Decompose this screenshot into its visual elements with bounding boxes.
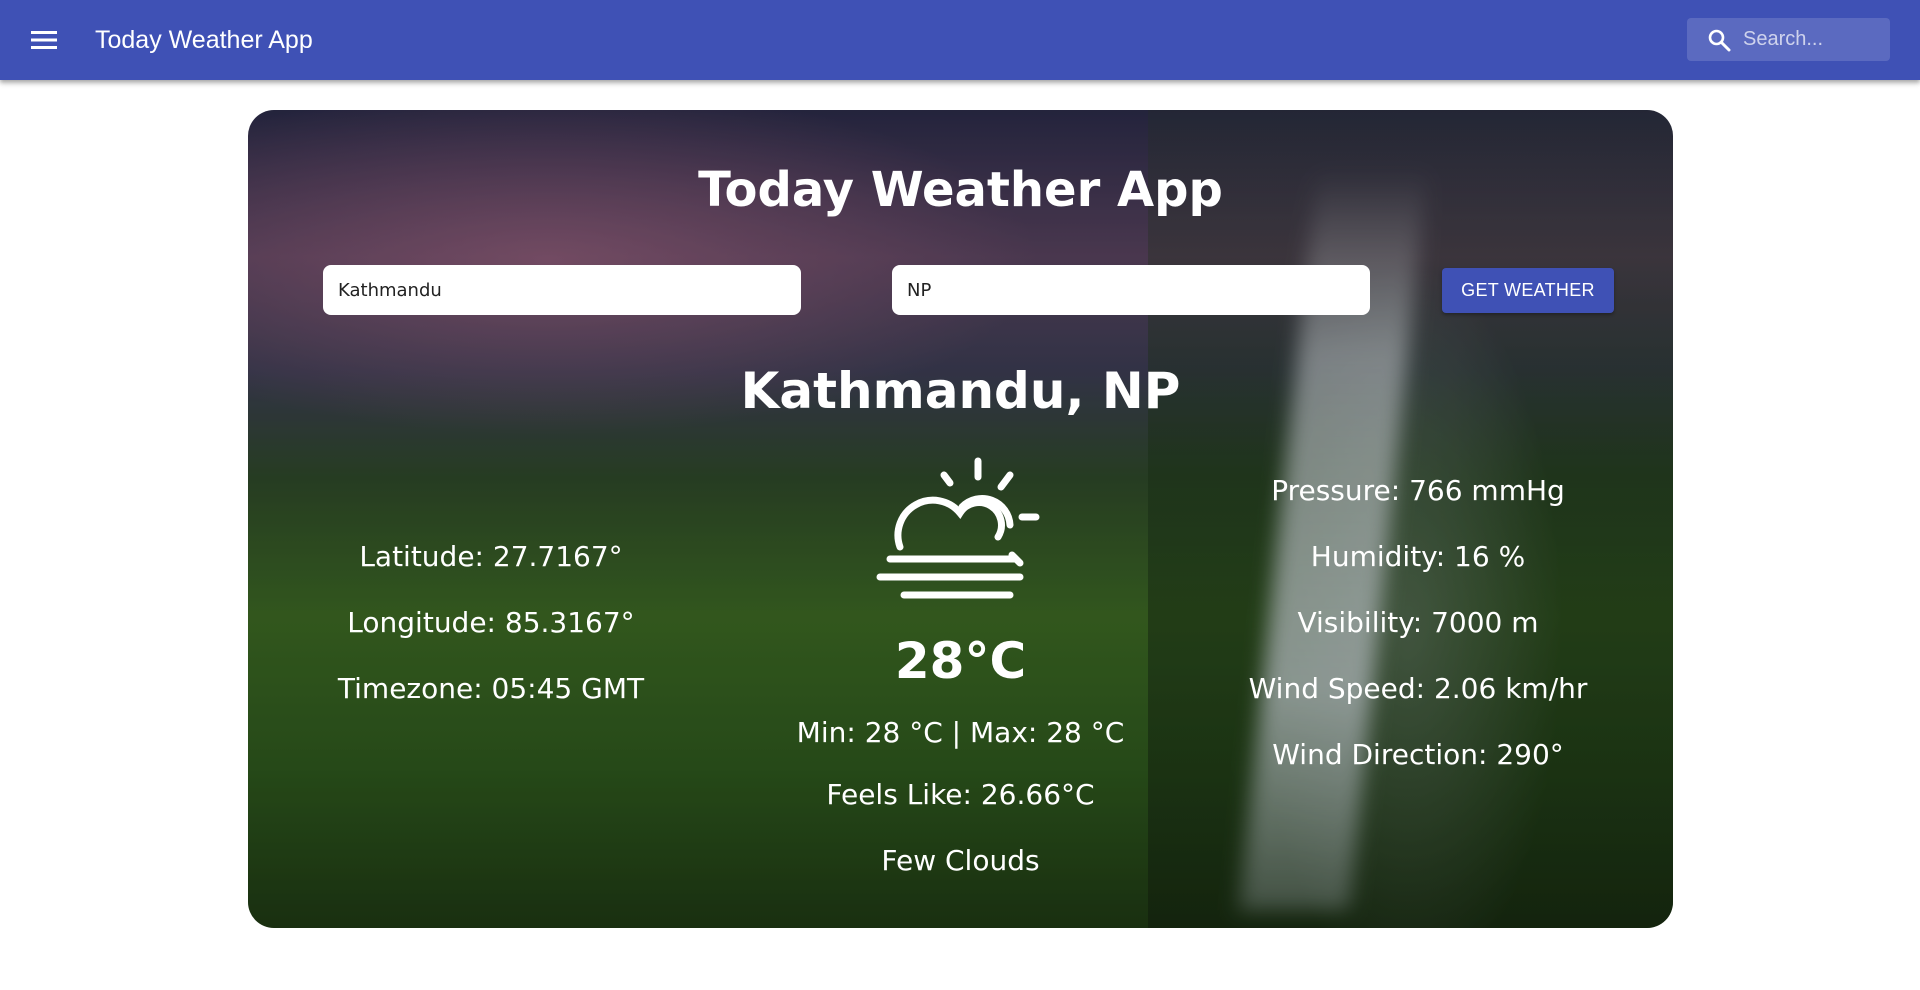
timezone: Timezone: 05:45 GMT	[337, 672, 645, 705]
search-icon	[1708, 29, 1731, 52]
latitude: Latitude: 27.7167°	[359, 540, 623, 573]
location-stats: Latitude: 27.7167° Longitude: 85.3167° T…	[316, 524, 666, 722]
partly-cloudy-icon	[876, 457, 1040, 599]
search-input[interactable]	[1743, 18, 1883, 61]
humidity: Humidity: 16 %	[1310, 540, 1526, 573]
weather-card: Today Weather App GET WEATHER Kathmandu,…	[248, 110, 1673, 928]
weather-stats: Pressure: 766 mmHg Humidity: 16 % Visibi…	[1228, 458, 1608, 788]
menu-icon	[31, 31, 57, 49]
weather-description: Few Clouds	[881, 844, 1040, 877]
city-input[interactable]	[323, 265, 801, 315]
longitude: Longitude: 85.3167°	[347, 606, 635, 639]
app-bar: Today Weather App	[0, 0, 1920, 80]
country-input[interactable]	[892, 265, 1370, 315]
location-heading: Kathmandu, NP	[740, 362, 1181, 420]
pressure: Pressure: 766 mmHg	[1271, 474, 1565, 507]
search-box[interactable]	[1687, 18, 1890, 61]
visibility: Visibility: 7000 m	[1297, 606, 1539, 639]
get-weather-button[interactable]: GET WEATHER	[1442, 268, 1614, 313]
app-title: Today Weather App	[95, 26, 313, 54]
card-title: Today Weather App	[698, 162, 1223, 218]
menu-button[interactable]	[26, 22, 62, 58]
wind-speed: Wind Speed: 2.06 km/hr	[1248, 672, 1588, 705]
wind-direction: Wind Direction: 290°	[1272, 738, 1564, 771]
